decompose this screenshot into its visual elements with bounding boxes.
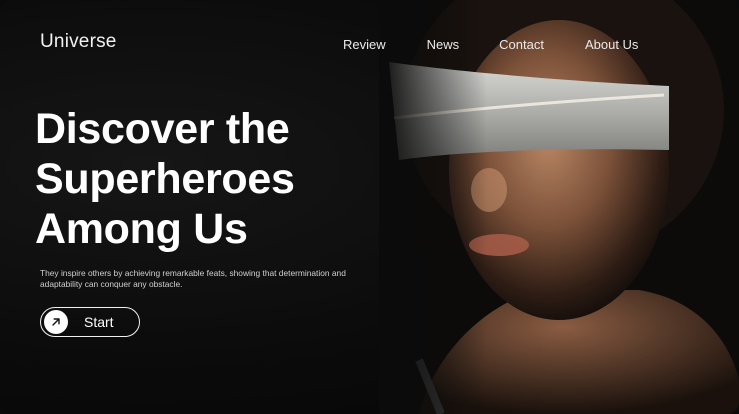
start-button-label: Start: [84, 314, 114, 330]
nav-link-contact[interactable]: Contact: [499, 37, 544, 52]
headline-line-1: Discover the: [35, 105, 290, 153]
headline-line-2: Superheroes: [35, 155, 295, 203]
nav-link-about-us[interactable]: About Us: [585, 37, 638, 52]
hero-description: They inspire others by achieving remarka…: [40, 268, 346, 289]
nav-link-news[interactable]: News: [427, 37, 460, 52]
main-nav: Review News Contact About Us: [343, 37, 638, 52]
arrow-up-right-icon: [44, 310, 68, 334]
hero-section: Universe Review News Contact About Us Di…: [0, 0, 739, 414]
headline-line-3: Among Us: [35, 205, 248, 253]
hero-headline: Discover the Superheroes Among Us: [35, 104, 355, 254]
hero-portrait-image: [379, 0, 739, 414]
brand-logo[interactable]: Universe: [40, 31, 117, 53]
start-button[interactable]: Start: [40, 307, 140, 337]
nav-link-review[interactable]: Review: [343, 37, 386, 52]
